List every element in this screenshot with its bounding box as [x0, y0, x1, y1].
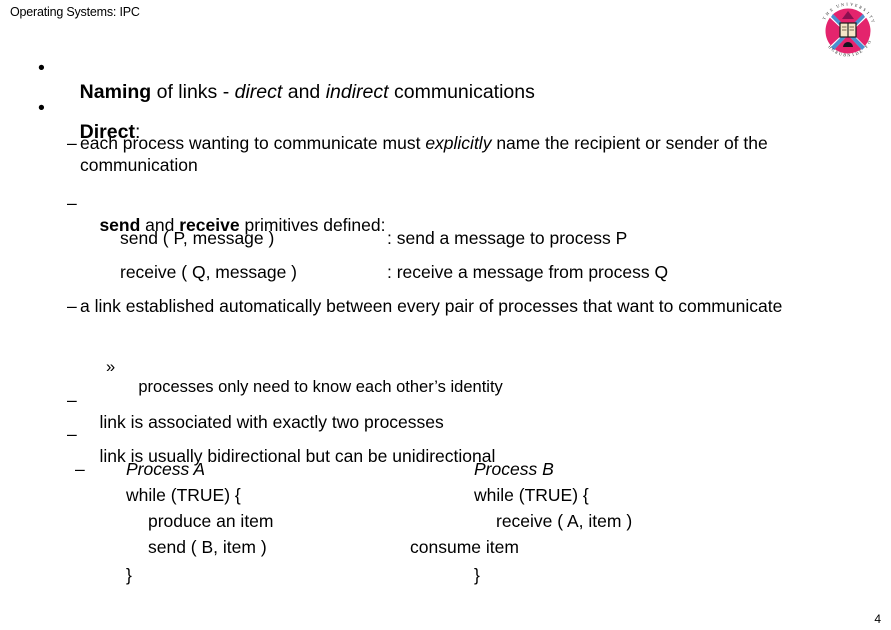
bullet-naming-text-3: communications [388, 81, 535, 103]
code-example-dash-marker: – [75, 459, 85, 479]
bullet-marker: • [38, 57, 45, 79]
primitive-desc-send: : send a message to process P [387, 228, 628, 248]
dash-marker: – [67, 193, 77, 213]
dash-marker: – [67, 390, 77, 410]
guillemet-marker: » [106, 358, 116, 376]
code-process-a-line-3: send ( B, item ) [148, 537, 267, 557]
bullet-naming-italic-2: indirect [325, 81, 389, 103]
code-process-b-title: Process B [474, 459, 554, 479]
sub-bullet-auto-link-text: a link established automatically between… [80, 296, 783, 316]
slide-page-number: 4 [874, 612, 881, 626]
code-process-a-line-4: } [126, 565, 132, 585]
code-process-b-line-4: } [474, 565, 480, 585]
code-process-a-line-2: produce an item [148, 511, 274, 531]
bullet-naming-italic-1: direct [234, 81, 283, 103]
sub-bullet-each-process-text-1: each process wanting to communicate must [80, 133, 426, 153]
bullet-naming-text-2: and [282, 81, 326, 103]
code-process-b-line-1: while (TRUE) { [474, 485, 589, 505]
dash-marker: – [67, 133, 77, 153]
slide-header-title: Operating Systems: IPC [10, 5, 140, 19]
svg-text:N: N [847, 52, 850, 57]
code-process-b-line-3: consume item [410, 537, 519, 557]
primitive-call-receive: receive ( Q, message ) [120, 262, 297, 282]
primitive-desc-receive: : receive a message from process Q [387, 262, 669, 282]
slide-canvas: Operating Systems: IPC T H E U N I V E R… [0, 0, 891, 630]
dash-marker: – [67, 424, 77, 444]
bullet-marker: • [38, 97, 45, 119]
university-crest-logo: T H E U N I V E R S I T Y O F E D I N B [818, 2, 878, 60]
primitive-call-send: send ( P, message ) [120, 228, 275, 248]
code-process-a-title: Process A [126, 459, 206, 479]
dash-marker: – [67, 296, 77, 316]
sub-bullet-each-process-italic: explicitly [425, 133, 492, 153]
sub-bullet-each-process: – each process wanting to communicate mus… [67, 133, 825, 176]
bullet-naming-text-1: of links - [151, 81, 235, 103]
sub-bullet-auto-link: – a link established automatically betwee… [67, 296, 825, 318]
code-process-a-line-1: while (TRUE) { [126, 485, 241, 505]
code-process-b-line-2: receive ( A, item ) [496, 511, 633, 531]
svg-text:N: N [840, 2, 844, 7]
